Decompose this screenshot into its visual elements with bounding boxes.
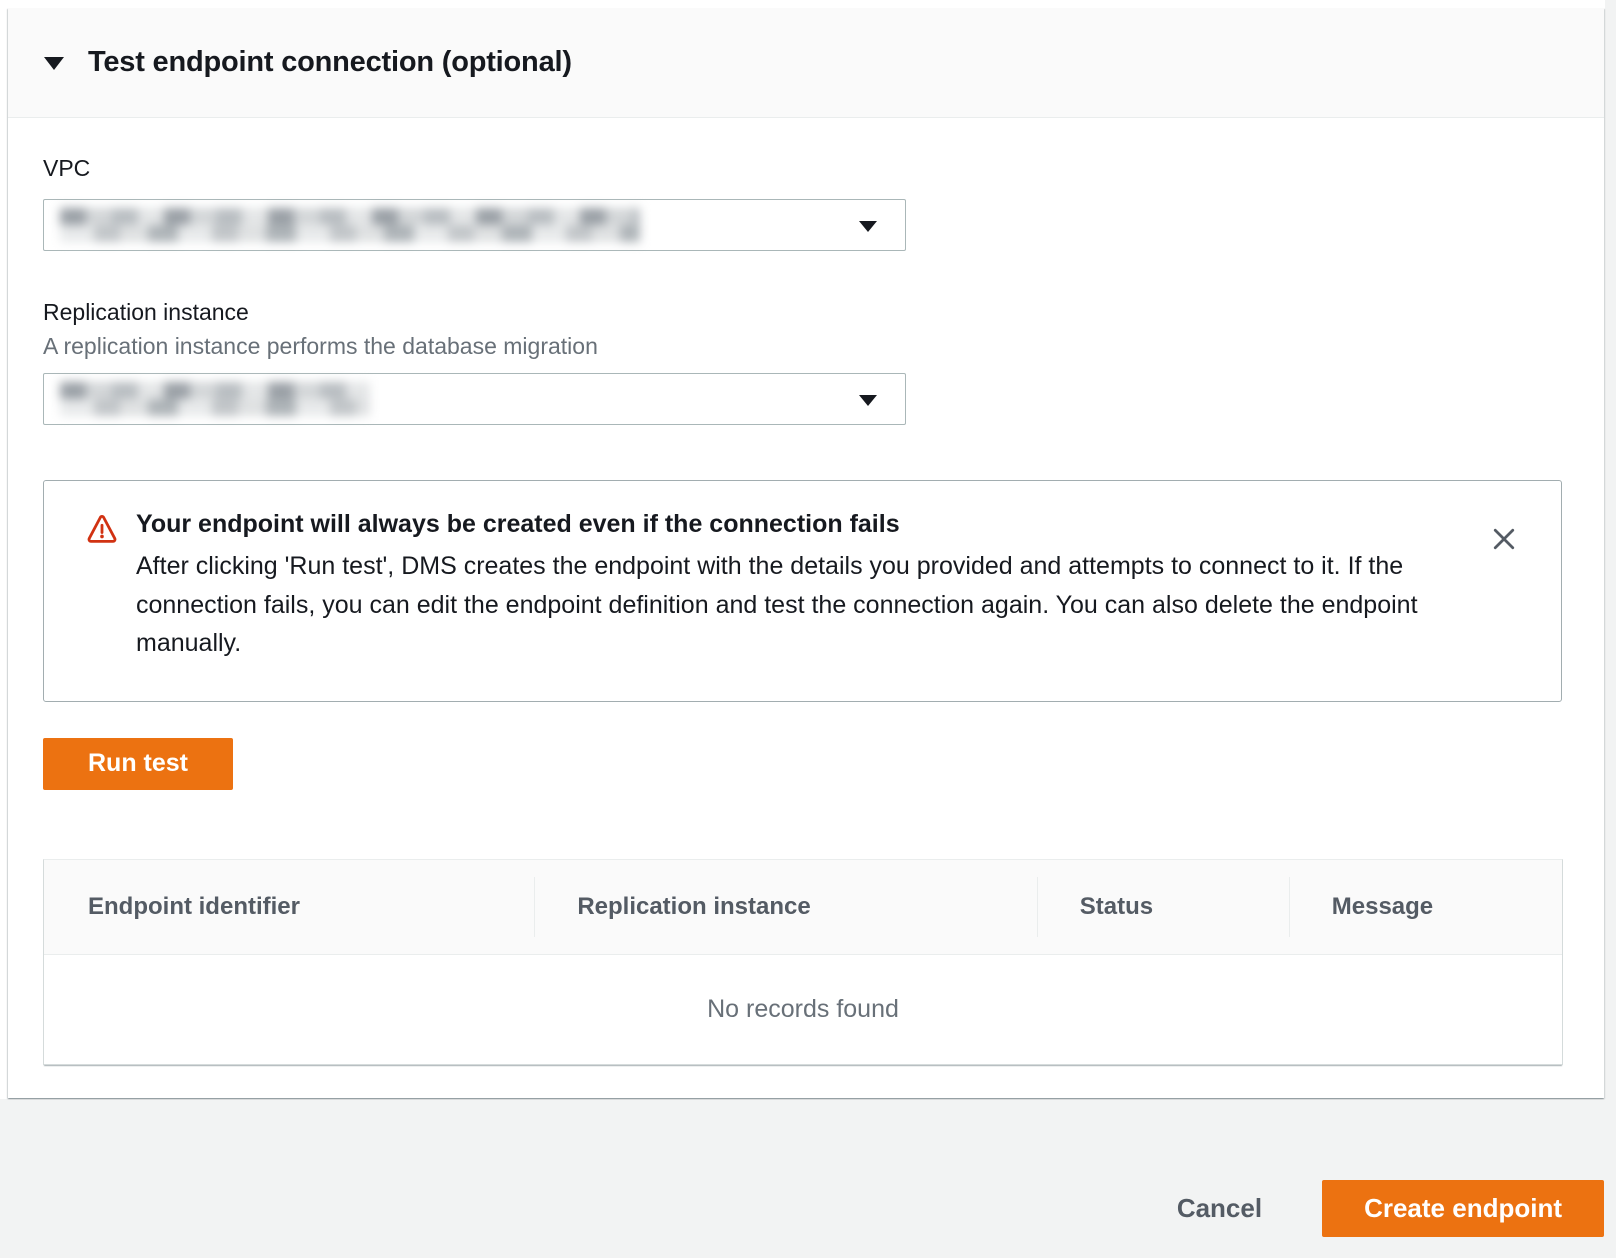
warning-banner: Your endpoint will always be created eve… <box>43 480 1562 702</box>
vpc-select[interactable] <box>43 199 906 251</box>
close-icon[interactable] <box>1487 522 1521 561</box>
replication-instance-description: A replication instance performs the data… <box>43 333 1562 359</box>
cancel-button[interactable]: Cancel <box>1177 1193 1262 1224</box>
warning-body: After clicking 'Run test', DMS creates t… <box>136 547 1421 663</box>
vpc-selected-value-redacted <box>60 208 640 242</box>
section-body: VPC Replication instance A replication i… <box>8 154 1604 1065</box>
vpc-label: VPC <box>43 154 1562 182</box>
warning-triangle-icon <box>86 513 118 550</box>
replication-instance-label: Replication instance <box>43 298 1562 326</box>
replication-instance-select[interactable] <box>43 373 906 425</box>
table-body: No records found <box>44 955 1562 1064</box>
form-footer-actions: Cancel Create endpoint <box>0 1180 1604 1237</box>
warning-content: Your endpoint will always be created eve… <box>136 508 1487 663</box>
test-results-table: Endpoint identifier Replication instance… <box>43 859 1563 1065</box>
table-header-row: Endpoint identifier Replication instance… <box>44 860 1562 955</box>
section-header-expander[interactable]: Test endpoint connection (optional) <box>8 8 1604 118</box>
triangle-down-icon <box>44 57 64 70</box>
replication-instance-selected-value-redacted <box>60 382 370 416</box>
test-endpoint-connection-card: Test endpoint connection (optional) VPC … <box>8 8 1604 1098</box>
warning-title: Your endpoint will always be created eve… <box>136 508 1487 540</box>
page-background-right <box>1605 0 1616 1258</box>
empty-state-message: No records found <box>707 995 899 1024</box>
caret-down-icon <box>859 221 877 232</box>
caret-down-icon <box>859 395 877 406</box>
column-header-replication-instance: Replication instance <box>534 877 1036 937</box>
run-test-button[interactable]: Run test <box>43 738 233 790</box>
create-endpoint-button[interactable]: Create endpoint <box>1322 1180 1604 1237</box>
column-header-status: Status <box>1037 877 1289 937</box>
column-header-message: Message <box>1289 877 1562 937</box>
section-title: Test endpoint connection (optional) <box>88 46 572 79</box>
column-header-endpoint-identifier: Endpoint identifier <box>44 877 534 937</box>
